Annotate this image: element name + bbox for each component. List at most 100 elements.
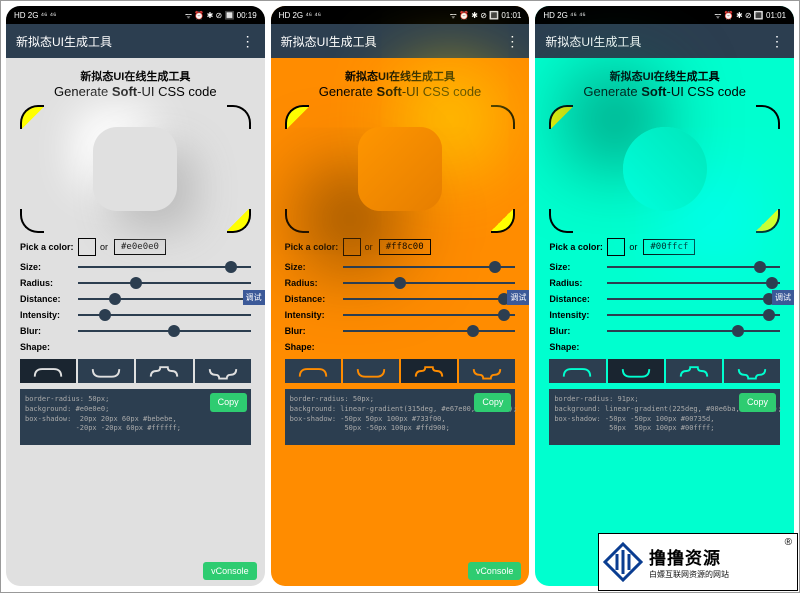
light-corner-tl[interactable] xyxy=(20,105,44,129)
shape-option-0[interactable] xyxy=(285,359,341,383)
slider-thumb[interactable] xyxy=(766,277,778,289)
blur-label: Blur: xyxy=(20,326,74,336)
heading-en: Generate Soft-UI CSS code xyxy=(20,84,251,99)
radius-slider[interactable] xyxy=(607,282,780,284)
size-label: Size: xyxy=(549,262,603,272)
distance-slider[interactable] xyxy=(343,298,516,300)
distance-label: Distance: xyxy=(549,294,603,304)
slider-thumb[interactable] xyxy=(498,309,510,321)
distance-label: Distance: xyxy=(285,294,339,304)
shape-option-2[interactable] xyxy=(136,359,192,383)
blur-slider[interactable] xyxy=(78,330,251,332)
app-bar: 新拟态UI生成工具 ⋮ xyxy=(6,24,265,58)
blur-label: Blur: xyxy=(285,326,339,336)
slider-thumb[interactable] xyxy=(732,325,744,337)
shape-option-2[interactable] xyxy=(666,359,722,383)
blur-slider[interactable] xyxy=(343,330,516,332)
pick-color-label: Pick a color: xyxy=(285,242,339,252)
watermark-badge: 撸撸资源 白嫖互联网资源的网站 ® xyxy=(598,533,798,591)
slider-thumb[interactable] xyxy=(130,277,142,289)
slider-thumb[interactable] xyxy=(754,261,766,273)
status-bar: HD 2G ⁴⁶ ⁴⁶ᯤ ⏰ ✱ ⊘ 🔲 00:19 xyxy=(6,6,265,24)
shape-option-1[interactable] xyxy=(78,359,134,383)
slider-thumb[interactable] xyxy=(99,309,111,321)
watermark-subtitle: 白嫖互联网资源的网站 xyxy=(649,569,729,580)
shape-option-3[interactable] xyxy=(195,359,251,383)
heading-en: Generate Soft-UI CSS code xyxy=(549,84,780,99)
debug-button[interactable]: 调试 xyxy=(772,290,794,305)
menu-icon[interactable]: ⋮ xyxy=(241,37,255,45)
slider-thumb[interactable] xyxy=(394,277,406,289)
radius-label: Radius: xyxy=(285,278,339,288)
slider-thumb[interactable] xyxy=(109,293,121,305)
color-swatch[interactable] xyxy=(78,238,96,256)
hex-input[interactable]: #e0e0e0 xyxy=(114,239,166,255)
light-corner-bl[interactable] xyxy=(549,209,573,233)
light-corner-bl[interactable] xyxy=(20,209,44,233)
menu-icon[interactable]: ⋮ xyxy=(505,37,519,45)
debug-button[interactable]: 调试 xyxy=(243,290,265,305)
code-output: border-radius: 50px; background: #e0e0e0… xyxy=(20,389,251,445)
slider-thumb[interactable] xyxy=(489,261,501,273)
light-corner-br[interactable] xyxy=(756,209,780,233)
shape-option-1[interactable] xyxy=(608,359,664,383)
light-corner-br[interactable] xyxy=(227,209,251,233)
size-slider[interactable] xyxy=(78,266,251,268)
light-corner-tl[interactable] xyxy=(549,105,573,129)
light-corner-br[interactable] xyxy=(491,209,515,233)
size-slider[interactable] xyxy=(343,266,516,268)
vconsole-button[interactable]: vConsole xyxy=(203,562,257,580)
color-swatch[interactable] xyxy=(607,238,625,256)
preview-shape xyxy=(623,127,707,211)
debug-button[interactable]: 调试 xyxy=(507,290,529,305)
distance-slider[interactable] xyxy=(607,298,780,300)
color-swatch[interactable] xyxy=(343,238,361,256)
intensity-slider[interactable] xyxy=(78,314,251,316)
intensity-label: Intensity: xyxy=(285,310,339,320)
heading-cn: 新拟态UI在线生成工具 xyxy=(549,68,780,84)
radius-slider[interactable] xyxy=(78,282,251,284)
copy-button[interactable]: Copy xyxy=(210,393,247,412)
blur-slider[interactable] xyxy=(607,330,780,332)
heading-cn: 新拟态UI在线生成工具 xyxy=(20,68,251,84)
slider-thumb[interactable] xyxy=(467,325,479,337)
code-output: border-radius: 91px; background: linear-… xyxy=(549,389,780,445)
hex-input[interactable]: #00ffcf xyxy=(643,239,695,255)
shape-option-1[interactable] xyxy=(343,359,399,383)
or-label: or xyxy=(629,242,637,252)
distance-slider[interactable] xyxy=(78,298,251,300)
status-bar: HD 2G ⁴⁶ ⁴⁶ᯤ ⏰ ✱ ⊘ 🔳 01:01 xyxy=(271,6,530,24)
intensity-slider[interactable] xyxy=(343,314,516,316)
slider-thumb[interactable] xyxy=(763,309,775,321)
slider-thumb[interactable] xyxy=(225,261,237,273)
or-label: or xyxy=(100,242,108,252)
light-corner-tl[interactable] xyxy=(285,105,309,129)
hex-input[interactable]: #ff8c00 xyxy=(379,239,431,255)
shape-option-0[interactable] xyxy=(549,359,605,383)
shape-option-3[interactable] xyxy=(724,359,780,383)
vconsole-button[interactable]: vConsole xyxy=(468,562,522,580)
shape-option-2[interactable] xyxy=(401,359,457,383)
app-bar: 新拟态UI生成工具⋮ xyxy=(271,24,530,58)
slider-thumb[interactable] xyxy=(168,325,180,337)
pick-color-label: Pick a color: xyxy=(549,242,603,252)
shape-option-0[interactable] xyxy=(20,359,76,383)
light-corner-tr[interactable] xyxy=(227,105,251,129)
preview-area xyxy=(20,105,251,233)
menu-icon[interactable]: ⋮ xyxy=(770,37,784,45)
size-slider[interactable] xyxy=(607,266,780,268)
copy-button[interactable]: Copy xyxy=(739,393,776,412)
radius-slider[interactable] xyxy=(343,282,516,284)
light-corner-bl[interactable] xyxy=(285,209,309,233)
phone-screen-2: HD 2G ⁴⁶ ⁴⁶ᯤ ⏰ ✱ ⊘ 🔳 01:01新拟态UI生成工具⋮新拟态U… xyxy=(535,6,794,586)
or-label: or xyxy=(365,242,373,252)
shape-option-3[interactable] xyxy=(459,359,515,383)
preview-shape xyxy=(93,127,177,211)
light-corner-tr[interactable] xyxy=(491,105,515,129)
intensity-label: Intensity: xyxy=(549,310,603,320)
app-title: 新拟态UI生成工具 xyxy=(16,33,112,50)
light-corner-tr[interactable] xyxy=(756,105,780,129)
registered-icon: ® xyxy=(785,537,792,548)
intensity-slider[interactable] xyxy=(607,314,780,316)
copy-button[interactable]: Copy xyxy=(474,393,511,412)
